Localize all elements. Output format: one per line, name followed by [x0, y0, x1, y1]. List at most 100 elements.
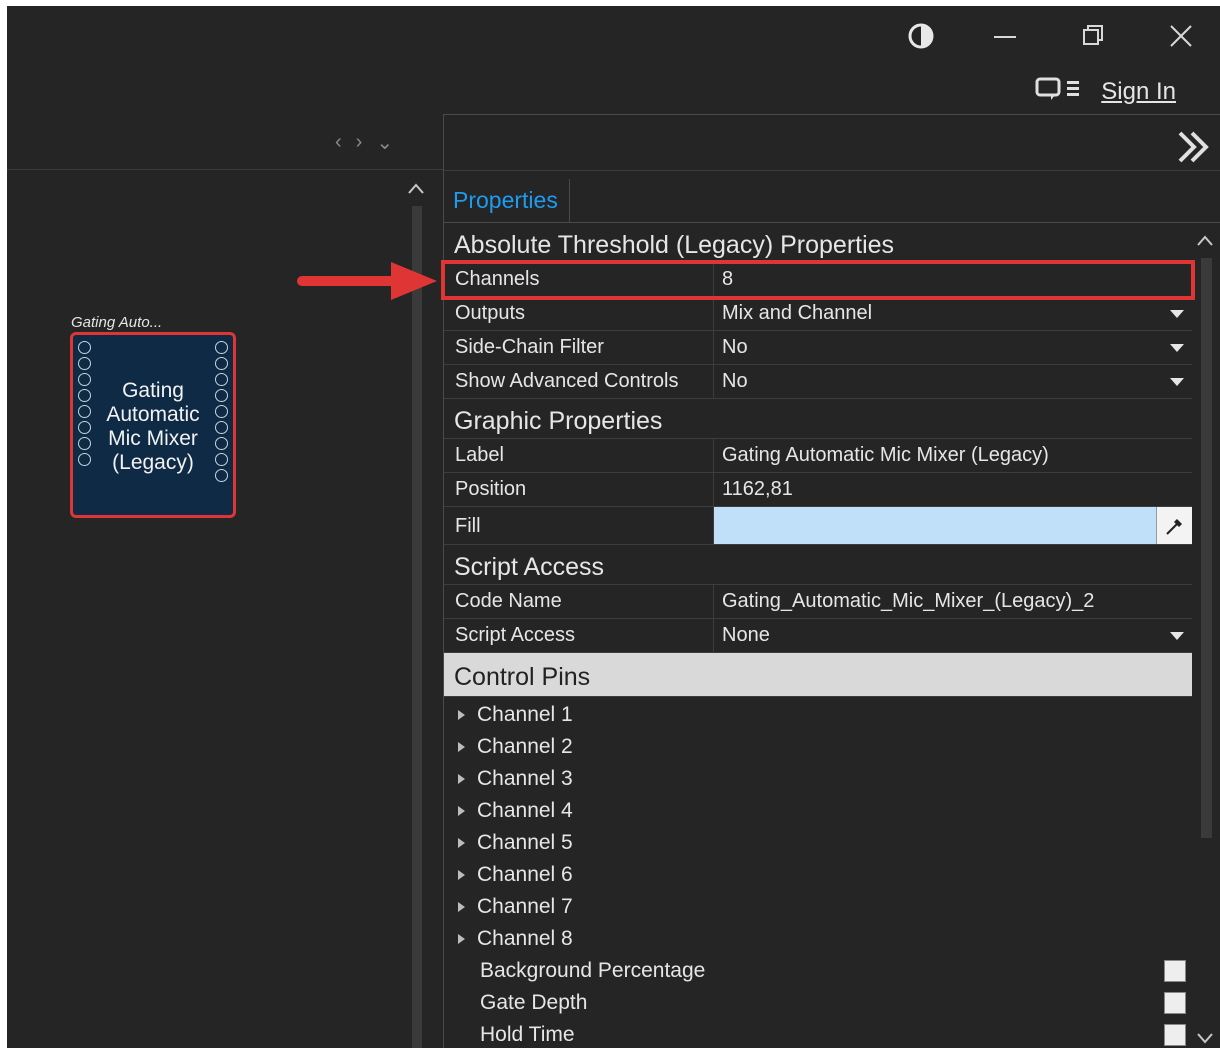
property-row-outputs[interactable]: Outputs Mix and Channel [444, 297, 1192, 331]
fill-swatch[interactable] [714, 507, 1156, 544]
expand-triangle-icon[interactable] [458, 806, 465, 816]
property-value[interactable]: 8 [714, 263, 1192, 296]
eyedropper-icon[interactable] [1156, 507, 1192, 544]
pin-checkbox[interactable] [1164, 992, 1186, 1014]
block-pin[interactable] [78, 357, 91, 370]
block-pin[interactable] [78, 373, 91, 386]
dropdown-arrow-icon[interactable] [1170, 310, 1184, 318]
control-pin-label: Gate Depth [480, 991, 588, 1014]
pin-checkbox[interactable] [1164, 1024, 1186, 1046]
control-pin-channel[interactable]: Channel 3 [444, 763, 1192, 795]
property-key: Label [444, 439, 714, 472]
collapse-panel-icon[interactable] [1174, 127, 1214, 167]
control-pin-channel[interactable]: Channel 1 [444, 699, 1192, 731]
app-window: Sign In ‹ › ⌄ Gating Auto... Gating Auto… [7, 6, 1220, 1048]
account-bar: Sign In [1035, 76, 1176, 107]
property-key: Side-Chain Filter [444, 331, 714, 364]
expand-triangle-icon[interactable] [458, 742, 465, 752]
expand-triangle-icon[interactable] [458, 870, 465, 880]
expand-triangle-icon[interactable] [458, 774, 465, 784]
dropdown-arrow-icon[interactable] [1170, 632, 1184, 640]
expand-triangle-icon[interactable] [458, 710, 465, 720]
property-key: Fill [444, 507, 714, 544]
mixer-block[interactable]: Gating Automatic Mic Mixer (Legacy) [70, 332, 236, 518]
control-pin-label: Channel 2 [477, 735, 573, 758]
sign-in-link[interactable]: Sign In [1101, 78, 1176, 106]
section-header: Graphic Properties [444, 399, 1192, 439]
property-dropdown[interactable]: No [714, 365, 1192, 398]
control-pin-channel[interactable]: Channel 6 [444, 859, 1192, 891]
block-pin[interactable] [215, 437, 228, 450]
control-pin-channel[interactable]: Channel 8 [444, 923, 1192, 955]
control-pin-label: Background Percentage [480, 959, 706, 982]
block-pin[interactable] [78, 421, 91, 434]
property-row-channels[interactable]: Channels 8 [441, 260, 1195, 300]
theme-toggle-icon[interactable] [901, 20, 941, 52]
feedback-icon[interactable] [1035, 76, 1083, 107]
scroll-down-icon[interactable] [1194, 1027, 1216, 1048]
canvas-scrollbar[interactable] [412, 206, 422, 1048]
control-pin-item: Hold Time [444, 1019, 1192, 1048]
section-header: Absolute Threshold (Legacy) Properties [444, 223, 1192, 263]
control-pin-item: Background Percentage [444, 955, 1192, 987]
expand-triangle-icon[interactable] [458, 838, 465, 848]
control-pin-label: Channel 8 [477, 927, 573, 950]
property-row-fill[interactable]: Fill [444, 507, 1192, 545]
property-key: Script Access [444, 619, 714, 652]
control-pin-channel[interactable]: Channel 5 [444, 827, 1192, 859]
block-input-pins [78, 341, 91, 466]
chevron-right-icon[interactable]: › [356, 131, 363, 154]
scroll-up-icon[interactable] [1194, 230, 1216, 252]
property-value[interactable]: Gating Automatic Mic Mixer (Legacy) [714, 439, 1192, 472]
expand-triangle-icon[interactable] [458, 934, 465, 944]
property-row-script-access[interactable]: Script Access None [444, 619, 1192, 653]
block-title-line: Gating [122, 379, 184, 402]
property-value[interactable]: 1162,81 [714, 473, 1192, 506]
property-row-label[interactable]: Label Gating Automatic Mic Mixer (Legacy… [444, 439, 1192, 473]
block-pin[interactable] [78, 341, 91, 354]
dropdown-arrow-icon[interactable] [1170, 378, 1184, 386]
block-pin[interactable] [215, 373, 228, 386]
control-pin-label: Channel 5 [477, 831, 573, 854]
block-pin[interactable] [215, 469, 228, 482]
property-dropdown[interactable]: None [714, 619, 1192, 652]
dropdown-arrow-icon[interactable] [1170, 344, 1184, 352]
block-pin[interactable] [78, 453, 91, 466]
block-pin[interactable] [78, 405, 91, 418]
property-row-advanced[interactable]: Show Advanced Controls No [444, 365, 1192, 399]
restore-icon[interactable] [1073, 20, 1113, 52]
scroll-up-icon[interactable] [405, 178, 427, 200]
control-pin-channel[interactable]: Channel 4 [444, 795, 1192, 827]
chevron-down-icon[interactable]: ⌄ [376, 130, 393, 155]
block-pin[interactable] [215, 357, 228, 370]
block-pin[interactable] [215, 421, 228, 434]
property-dropdown[interactable]: No [714, 331, 1192, 364]
tab-properties[interactable]: Properties [444, 179, 570, 223]
pin-checkbox[interactable] [1164, 960, 1186, 982]
fill-color-picker[interactable] [714, 507, 1192, 544]
control-pin-channel[interactable]: Channel 7 [444, 891, 1192, 923]
expand-triangle-icon[interactable] [458, 902, 465, 912]
block-title-line: (Legacy) [112, 451, 194, 474]
close-icon[interactable] [1161, 20, 1201, 52]
block-pin[interactable] [215, 405, 228, 418]
control-pin-channel[interactable]: Channel 2 [444, 731, 1192, 763]
property-row-side-chain[interactable]: Side-Chain Filter No [444, 331, 1192, 365]
properties-panel: Properties Absolute Threshold (Legacy) P… [441, 114, 1220, 1048]
property-value[interactable]: Gating_Automatic_Mic_Mixer_(Legacy)_2 [714, 585, 1192, 618]
minimize-icon[interactable] [985, 20, 1025, 52]
block-pin[interactable] [78, 389, 91, 402]
block-title: Gating Automatic Mic Mixer (Legacy) [95, 379, 211, 475]
panel-scrollbar[interactable] [1201, 258, 1212, 838]
property-row-position[interactable]: Position 1162,81 [444, 473, 1192, 507]
canvas-divider [7, 169, 443, 170]
control-pin-label: Hold Time [480, 1023, 575, 1046]
block-pin[interactable] [215, 389, 228, 402]
chevron-left-icon[interactable]: ‹ [335, 131, 342, 154]
control-pin-label: Channel 7 [477, 895, 573, 918]
property-row-code-name[interactable]: Code Name Gating_Automatic_Mic_Mixer_(Le… [444, 585, 1192, 619]
block-pin[interactable] [78, 437, 91, 450]
block-pin[interactable] [215, 453, 228, 466]
property-dropdown[interactable]: Mix and Channel [714, 297, 1192, 330]
block-pin[interactable] [215, 341, 228, 354]
